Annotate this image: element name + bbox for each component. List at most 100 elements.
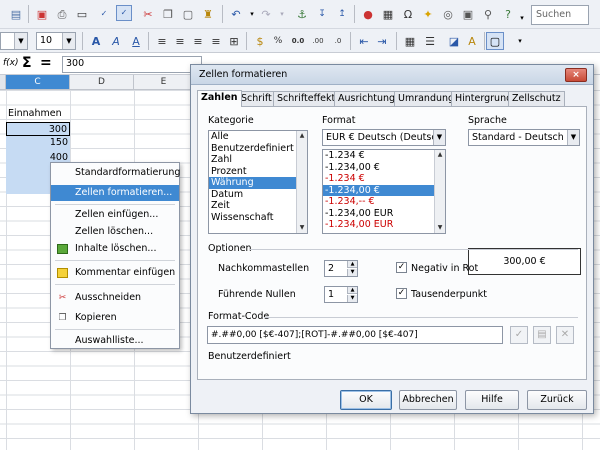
sort-ascending-icon[interactable]: ↧ — [314, 6, 330, 22]
sort-descending-icon[interactable]: ↥ — [334, 6, 350, 22]
scroll-down-icon[interactable]: ▼ — [297, 223, 307, 233]
thousands-separator-checkbox[interactable]: ✓ — [396, 288, 407, 299]
cell-c-value-2[interactable]: 150 — [6, 136, 70, 151]
sum-icon[interactable]: Σ — [22, 55, 32, 71]
copy-icon[interactable]: ❐ — [160, 6, 176, 22]
list-item[interactable]: Prozent — [209, 166, 307, 178]
delete-decimal-icon[interactable]: .0 — [330, 33, 346, 49]
tab-cell-protection[interactable]: Zellschutz — [508, 91, 565, 106]
hyperlink-icon[interactable]: ⚓ — [294, 6, 310, 22]
pdf-export-icon[interactable]: ▣ — [34, 6, 50, 22]
toolbar-options-icon[interactable]: ▾ — [514, 10, 530, 26]
scroll-up-icon[interactable]: ▲ — [297, 131, 307, 141]
menu-item-insert-comment[interactable]: Kommentar einfügen — [51, 265, 179, 281]
accept-code-button[interactable]: ✓ — [510, 326, 528, 344]
leading-zeros-stepper[interactable]: 1 ▲ ▼ — [324, 286, 358, 303]
undo-icon[interactable]: ↶ — [228, 6, 244, 22]
back-button[interactable]: Zurück — [527, 390, 587, 410]
search-input[interactable]: Suchen — [531, 5, 589, 25]
align-right-icon[interactable]: ≡ — [190, 33, 206, 49]
stepper-up-icon[interactable]: ▲ — [347, 287, 357, 294]
negative-red-checkbox[interactable]: ✓ — [396, 262, 407, 273]
format-scrollbar[interactable]: ▲ ▼ — [434, 150, 445, 233]
function-wizard-icon[interactable]: f(x) — [3, 58, 19, 68]
stepper-down-icon[interactable]: ▼ — [347, 269, 357, 276]
list-item[interactable]: Zahl — [209, 154, 307, 166]
edit-comment-button[interactable]: ▤ — [533, 326, 551, 344]
category-list[interactable]: Alle Benutzerdefiniert Zahl Prozent Währ… — [208, 130, 308, 234]
align-center-icon[interactable]: ≡ — [172, 33, 188, 49]
menu-item-format-cells[interactable]: Zellen formatieren... — [51, 185, 179, 201]
cell-c-value-1[interactable]: 300 — [6, 121, 70, 136]
add-decimal-icon[interactable]: .00 — [310, 33, 326, 49]
background-color-icon[interactable]: ◪ — [446, 33, 462, 49]
edit-file-icon[interactable]: ▤ — [8, 6, 24, 22]
font-size-combo[interactable]: 10 ▼ — [36, 32, 76, 50]
menu-item-delete-cells[interactable]: Zellen löschen... — [51, 224, 179, 240]
cell-c-header[interactable]: Einnahmen — [6, 107, 70, 122]
special-character-icon[interactable]: Ω — [400, 6, 416, 22]
scroll-up-icon[interactable]: ▲ — [435, 150, 445, 160]
tab-font[interactable]: Schrift — [237, 91, 276, 106]
ok-button[interactable]: OK — [340, 390, 392, 410]
list-item[interactable]: -1.234 € — [323, 173, 445, 185]
cut-icon[interactable]: ✂ — [140, 6, 156, 22]
decimals-stepper[interactable]: 2 ▲ ▼ — [324, 260, 358, 277]
paste-icon[interactable]: ▢ — [180, 6, 196, 22]
delete-code-button[interactable]: ✕ — [556, 326, 574, 344]
language-dropdown[interactable]: Standard - Deutsch (Deutschland)▼ — [468, 129, 580, 146]
list-item[interactable]: -1.234 € — [323, 150, 445, 162]
redo-dropdown-icon[interactable]: ▾ — [274, 6, 290, 22]
equals-icon[interactable]: = — [40, 55, 52, 71]
spellcheck-icon[interactable]: ✓ — [96, 6, 112, 22]
formula-input[interactable]: 300 — [62, 56, 202, 73]
help-button[interactable]: Hilfe — [465, 390, 519, 410]
cancel-button[interactable]: Abbrechen — [399, 390, 457, 410]
autospellcheck-icon[interactable]: ✓ — [116, 5, 132, 21]
tab-alignment[interactable]: Ausrichtung — [334, 91, 400, 106]
format-code-input[interactable]: #.##0,00 [$€-407];[ROT]-#.##0,00 [$€-407… — [207, 326, 503, 344]
column-header-c[interactable]: C — [6, 75, 70, 90]
tab-background[interactable]: Hintergrund — [451, 91, 517, 106]
menu-item-selection-list[interactable]: Auswahlliste... — [51, 333, 179, 349]
borders-icon[interactable]: ▦ — [402, 33, 418, 49]
print-preview-icon[interactable]: ▭ — [74, 6, 90, 22]
increase-indent-icon[interactable]: ⇥ — [374, 33, 390, 49]
underline-icon[interactable]: A — [128, 33, 144, 49]
list-item[interactable]: Alle — [209, 131, 307, 143]
tab-borders[interactable]: Umrandung — [394, 91, 459, 106]
zoom-icon[interactable]: ⚲ — [480, 6, 496, 22]
navigator-icon[interactable]: ◎ — [440, 6, 456, 22]
menu-item-default-formatting[interactable]: Standardformatierung — [51, 165, 180, 181]
italic-icon[interactable]: A — [108, 33, 124, 49]
print-icon[interactable]: ⎙ — [54, 6, 70, 22]
toggle-grid-icon[interactable]: ▢ — [486, 32, 504, 50]
menu-item-insert-cells[interactable]: Zellen einfügen... — [51, 207, 179, 223]
dialog-titlebar[interactable]: Zellen formatieren — [191, 65, 593, 85]
currency-dropdown[interactable]: EUR € Deutsch (Deutschland)▼ — [322, 129, 446, 146]
currency-format-icon[interactable]: $ — [252, 33, 268, 49]
stepper-up-icon[interactable]: ▲ — [347, 261, 357, 268]
list-item[interactable]: Datum — [209, 189, 307, 201]
menu-item-clear-contents[interactable]: Inhalte löschen... — [51, 241, 179, 257]
bold-icon[interactable]: A — [88, 33, 104, 49]
close-button[interactable]: × — [565, 68, 587, 82]
stepper-down-icon[interactable]: ▼ — [347, 295, 357, 302]
pivot-table-icon[interactable]: ▦ — [380, 6, 396, 22]
list-item[interactable]: -1.234,-- € — [323, 196, 445, 208]
align-left-icon[interactable]: ≡ — [154, 33, 170, 49]
redo-icon[interactable]: ↷ — [258, 6, 274, 22]
list-item-selected[interactable]: -1.234,00 € — [323, 184, 445, 196]
list-item[interactable]: Benutzerdefiniert — [209, 143, 307, 155]
list-item[interactable]: -1.234,00 € — [323, 162, 445, 174]
percent-format-icon[interactable]: % — [270, 33, 286, 49]
list-item[interactable]: -1.234,00 EUR — [323, 219, 445, 231]
list-item[interactable]: Wissenschaft — [209, 212, 307, 224]
clone-formatting-icon[interactable]: ♜ — [200, 6, 216, 22]
category-scrollbar[interactable]: ▲ ▼ — [296, 131, 307, 233]
toolbar-options-icon[interactable]: ▾ — [512, 33, 528, 49]
show-draw-functions-icon[interactable]: ✦ — [420, 6, 436, 22]
decrease-indent-icon[interactable]: ⇤ — [356, 33, 372, 49]
format-list[interactable]: -1.234 € -1.234,00 € -1.234 € -1.234,00 … — [322, 149, 446, 234]
font-name-combo[interactable]: ▼ — [0, 32, 28, 50]
